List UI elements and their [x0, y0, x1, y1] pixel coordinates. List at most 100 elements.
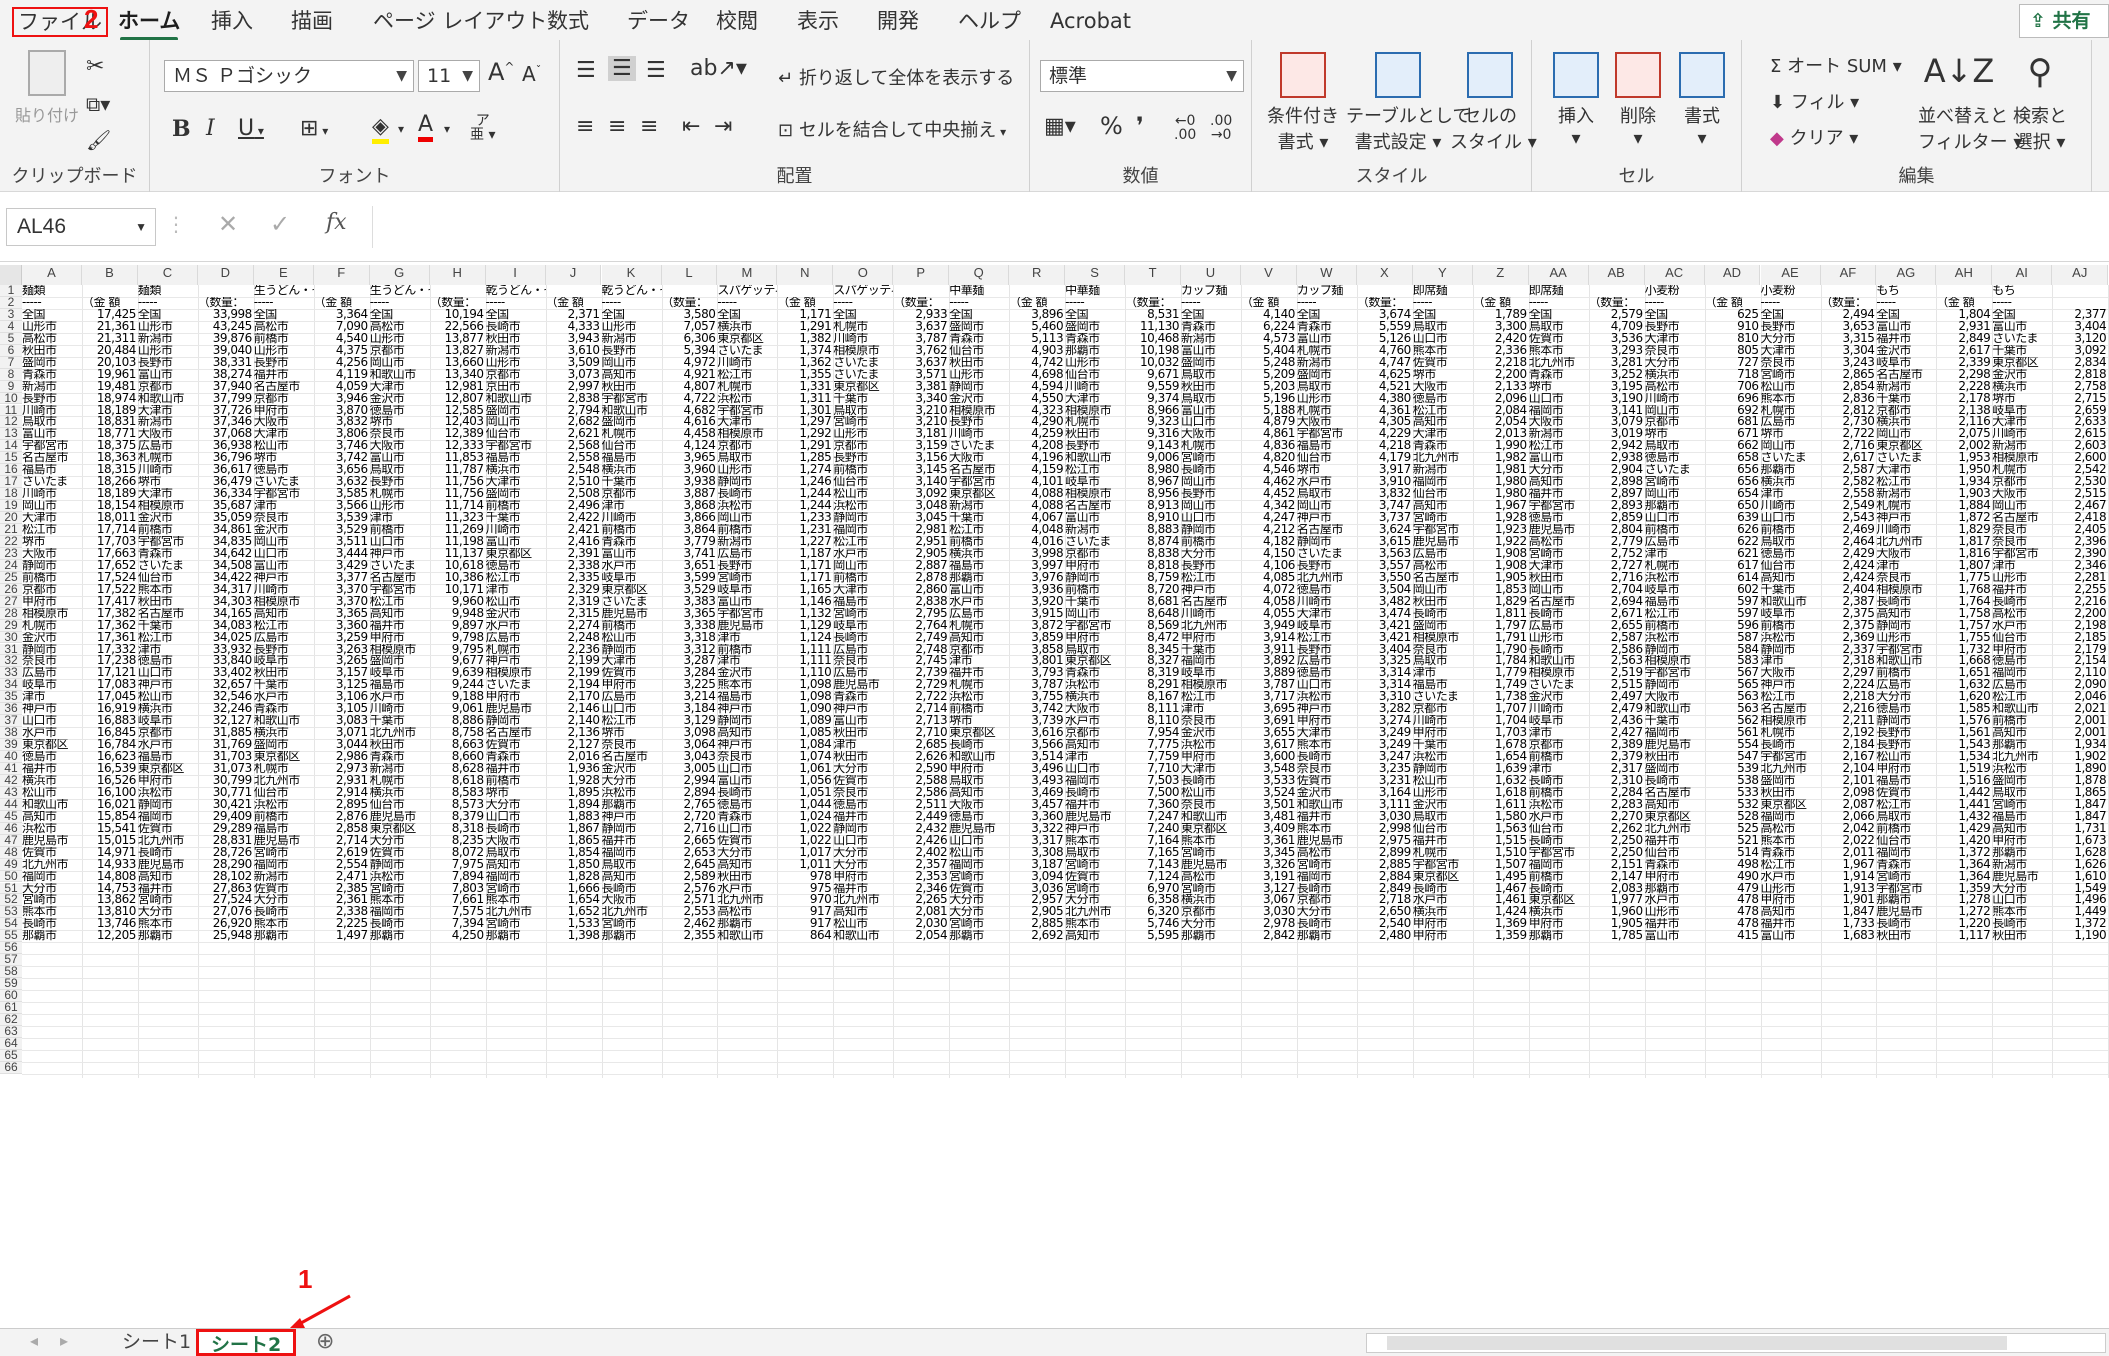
- cell[interactable]: 2,716: [662, 823, 718, 835]
- cell[interactable]: 1,220: [1936, 918, 1992, 930]
- cell[interactable]: 松江市: [370, 596, 430, 608]
- cell[interactable]: 4,048: [1009, 524, 1065, 536]
- cell[interactable]: 前橋市: [1529, 751, 1589, 763]
- cell[interactable]: 1,231: [777, 524, 833, 536]
- cell[interactable]: 7,503: [1125, 775, 1181, 787]
- cell[interactable]: 川崎市: [138, 464, 198, 476]
- cell[interactable]: 3,404: [1357, 644, 1413, 656]
- cell[interactable]: 1,355: [777, 369, 833, 381]
- cell[interactable]: 名古屋市: [22, 452, 82, 464]
- cell[interactable]: 相模原市: [138, 500, 198, 512]
- cell[interactable]: 山形市: [602, 321, 662, 333]
- scroll-left-icon[interactable]: ◂: [30, 1331, 38, 1350]
- cell[interactable]: 福岡市: [1297, 871, 1357, 883]
- cell[interactable]: 3,249: [1357, 739, 1413, 751]
- font-size-select[interactable]: 11 ▼: [418, 60, 480, 92]
- cell[interactable]: 3,624: [1357, 524, 1413, 536]
- cell[interactable]: 鳥取市: [1065, 847, 1125, 859]
- cell[interactable]: 熊本市: [1529, 345, 1589, 357]
- cell[interactable]: 横浜市: [1065, 691, 1125, 703]
- cell[interactable]: 前橋市: [1181, 536, 1241, 548]
- cell[interactable]: 8,956: [1125, 488, 1181, 500]
- cell[interactable]: 8,569: [1125, 620, 1181, 632]
- cell[interactable]: 3,655: [1241, 727, 1297, 739]
- cell[interactable]: 静岡市: [717, 476, 777, 488]
- cell[interactable]: 3,859: [1009, 632, 1065, 644]
- cell[interactable]: 13,827: [430, 345, 486, 357]
- cell[interactable]: 10,618: [430, 560, 486, 572]
- cell[interactable]: 麺類: [22, 285, 82, 297]
- cell[interactable]: 東京都区: [1992, 357, 2052, 369]
- cell[interactable]: 1,190: [2052, 930, 2108, 942]
- cell[interactable]: 10,032: [1125, 357, 1181, 369]
- spreadsheet-grid[interactable]: A B C D E F G H I J K L M N O P Q R S T U V W X Y Z AA AB AC AD AE AF AG…: [0, 262, 2109, 1328]
- borders-icon[interactable]: ⊞ ▾: [300, 116, 328, 141]
- percent-style-icon[interactable]: %: [1100, 112, 1123, 140]
- cell[interactable]: 津市: [949, 655, 1009, 667]
- cell[interactable]: 静岡市: [1413, 763, 1473, 775]
- cell[interactable]: 2,336: [1473, 345, 1529, 357]
- cell[interactable]: 水戸市: [1645, 894, 1705, 906]
- cell[interactable]: 654: [1705, 488, 1761, 500]
- cell[interactable]: 2,704: [1589, 584, 1645, 596]
- cell[interactable]: 大分市: [1529, 464, 1589, 476]
- cell[interactable]: 広島市: [1529, 620, 1589, 632]
- cell[interactable]: 4,067: [1009, 512, 1065, 524]
- cell[interactable]: 532: [1705, 799, 1761, 811]
- cell[interactable]: 福井市: [1297, 811, 1357, 823]
- cell[interactable]: 2,860: [893, 584, 949, 596]
- cell[interactable]: 1,738: [1473, 691, 1529, 703]
- cell[interactable]: （金 額: [1009, 297, 1065, 309]
- cell[interactable]: 那覇市: [717, 918, 777, 930]
- cell[interactable]: 1,847: [2052, 799, 2108, 811]
- cell[interactable]: 2,986: [314, 751, 370, 763]
- cell[interactable]: 621: [1705, 548, 1761, 560]
- cell[interactable]: 35,687: [198, 500, 254, 512]
- cell[interactable]: 1,914: [1821, 871, 1877, 883]
- cell[interactable]: 福岡市: [486, 871, 546, 883]
- cell[interactable]: 2,576: [662, 883, 718, 895]
- cell[interactable]: 東京都区: [22, 739, 82, 751]
- cell[interactable]: 8,319: [1125, 667, 1181, 679]
- cell[interactable]: 千葉市: [1181, 644, 1241, 656]
- cell[interactable]: 富山市: [1529, 452, 1589, 464]
- cell[interactable]: 札幌市: [717, 381, 777, 393]
- cell[interactable]: 1,510: [1473, 847, 1529, 859]
- cell[interactable]: 仙台市: [1297, 452, 1357, 464]
- cell[interactable]: 鳥取市: [1065, 644, 1125, 656]
- cell[interactable]: 甲府市: [370, 632, 430, 644]
- cell[interactable]: 札幌市: [1297, 345, 1357, 357]
- cell[interactable]: 1,301: [777, 405, 833, 417]
- cell[interactable]: 北九州市: [22, 859, 82, 871]
- cell[interactable]: 福岡市: [1529, 859, 1589, 871]
- cell[interactable]: 熊本市: [370, 894, 430, 906]
- cell[interactable]: 2,464: [1821, 536, 1877, 548]
- cell[interactable]: 北九州市: [833, 894, 893, 906]
- cell[interactable]: 34,083: [198, 620, 254, 632]
- cell[interactable]: 2,416: [546, 536, 602, 548]
- cell[interactable]: 津市: [1529, 727, 1589, 739]
- cell[interactable]: 秋田市: [1413, 596, 1473, 608]
- column-header[interactable]: AE: [1760, 265, 1821, 285]
- cell[interactable]: 21,311: [82, 333, 138, 345]
- cell[interactable]: 1,922: [1473, 536, 1529, 548]
- cell[interactable]: 高松市: [254, 321, 314, 333]
- cell[interactable]: 7,057: [662, 321, 718, 333]
- cell[interactable]: 堺市: [486, 787, 546, 799]
- cell[interactable]: 鹿児島市: [138, 859, 198, 871]
- cell[interactable]: 札幌市: [1297, 405, 1357, 417]
- cell[interactable]: 2,765: [662, 799, 718, 811]
- cell[interactable]: 37,068: [198, 428, 254, 440]
- cell[interactable]: 相模原市: [1761, 715, 1821, 727]
- cell[interactable]: 山口市: [949, 835, 1009, 847]
- cell[interactable]: 4,921: [662, 369, 718, 381]
- cell[interactable]: 1,982: [1473, 452, 1529, 464]
- bold-button[interactable]: B: [172, 116, 191, 142]
- cell[interactable]: 甲府市: [1992, 644, 2052, 656]
- cell[interactable]: 青森市: [1413, 440, 1473, 452]
- cell[interactable]: 高松市: [1181, 871, 1241, 883]
- cell[interactable]: 1,847: [2052, 811, 2108, 823]
- cell[interactable]: 4,573: [1241, 333, 1297, 345]
- cell[interactable]: 山口市: [833, 835, 893, 847]
- cell[interactable]: 4,742: [1009, 357, 1065, 369]
